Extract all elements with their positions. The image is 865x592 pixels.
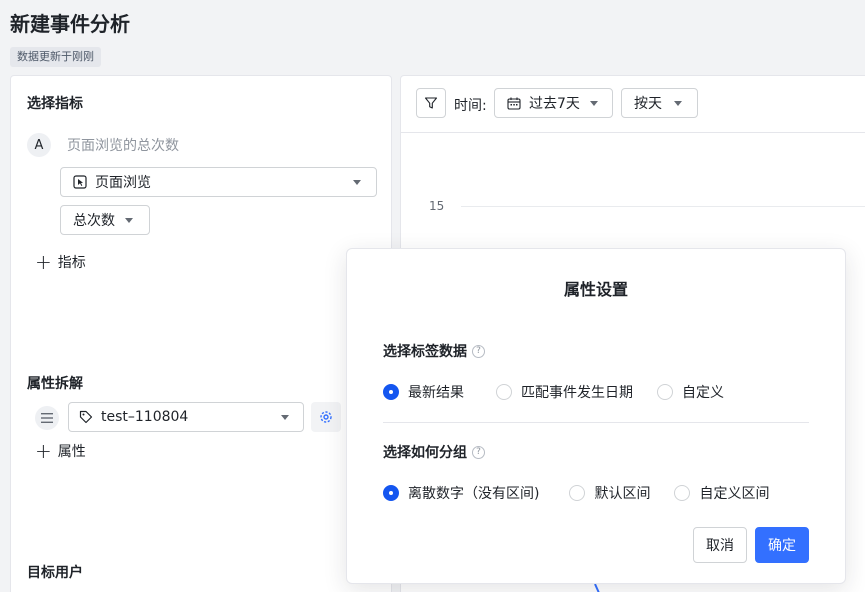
add-property-label: 属性 [57, 444, 86, 460]
calendar-icon [507, 97, 521, 110]
radio-button[interactable] [569, 485, 586, 501]
time-range-select[interactable]: 过去7天 [494, 88, 613, 118]
grouping-radio-group: 离散数字（没有区间) 默认区间 自定义区间 [383, 483, 769, 503]
label-data-section-label: 选择标签数据 [383, 344, 467, 360]
gear-icon [318, 409, 334, 425]
granularity-value: 按天 [634, 96, 662, 112]
metric-badge: A [27, 133, 51, 157]
property-settings-button[interactable] [311, 402, 341, 432]
cancel-button[interactable]: 取消 [693, 527, 747, 563]
add-metric-label: 指标 [57, 255, 86, 271]
add-metric-button[interactable]: + 指标 [35, 252, 86, 272]
add-property-button[interactable]: + 属性 [35, 441, 86, 461]
filter-icon [424, 96, 438, 110]
help-icon[interactable]: ? [472, 445, 485, 459]
plus-icon: + [35, 250, 52, 274]
breakdown-select-value: test–110804 [101, 409, 189, 425]
chevron-down-icon [353, 180, 361, 185]
chevron-down-icon [590, 101, 598, 106]
radio-label: 最新结果 [408, 385, 464, 401]
target-users-section-title: 目标用户 [27, 565, 83, 581]
tag-icon [79, 410, 93, 424]
confirm-button[interactable]: 确定 [755, 527, 809, 563]
radio-label: 自定义区间 [699, 486, 770, 502]
page-view-icon [73, 175, 87, 189]
radio-latest-result[interactable]: 最新结果 [383, 382, 464, 402]
radio-custom[interactable]: 自定义 [657, 382, 724, 402]
radio-button[interactable] [383, 485, 399, 501]
aggregation-select-value: 总次数 [73, 213, 115, 229]
radio-custom-range[interactable]: 自定义区间 [674, 483, 769, 503]
label-data-radio-group: 最新结果 匹配事件发生日期 自定义 [383, 382, 724, 402]
breakdown-property-select[interactable]: test–110804 [68, 402, 304, 432]
filter-button[interactable] [416, 88, 446, 118]
breakdown-section-title: 属性拆解 [27, 376, 83, 392]
radio-label: 自定义 [682, 385, 724, 401]
event-select-value: 页面浏览 [95, 175, 151, 191]
grouping-section-title: 选择如何分组 ? [383, 442, 485, 462]
radio-label: 匹配事件发生日期 [521, 385, 633, 401]
grid-line [461, 206, 865, 207]
plus-icon: + [35, 439, 52, 463]
label-data-section-title: 选择标签数据 ? [383, 341, 485, 361]
property-settings-dialog: 属性设置 选择标签数据 ? 最新结果 匹配事件发生日期 自定义 选择如何分组 ?… [346, 248, 846, 584]
event-select[interactable]: 页面浏览 [60, 167, 377, 197]
update-status-tag: 数据更新于刚刚 [10, 47, 101, 67]
radio-button[interactable] [674, 485, 691, 501]
metrics-section-title: 选择指标 [27, 96, 83, 112]
time-range-value: 过去7天 [529, 96, 580, 112]
y-axis-tick: 15 [429, 199, 445, 213]
chevron-down-icon [281, 415, 289, 420]
radio-match-event-date[interactable]: 匹配事件发生日期 [496, 382, 633, 402]
radio-button[interactable] [383, 384, 399, 400]
radio-button[interactable] [496, 384, 512, 400]
chevron-down-icon [674, 101, 682, 106]
page-title: 新建事件分析 [10, 12, 130, 36]
radio-label: 离散数字（没有区间) [408, 486, 540, 502]
query-config-panel: 选择指标 A 页面浏览的总次数 页面浏览 总次数 + 指标 属性拆解 test–… [10, 75, 392, 592]
granularity-select[interactable]: 按天 [621, 88, 698, 118]
dialog-divider [383, 422, 809, 423]
drag-handle-icon[interactable] [35, 406, 59, 430]
radio-button[interactable] [657, 384, 673, 400]
time-label: 时间: [454, 98, 487, 114]
radio-default-range[interactable]: 默认区间 [569, 483, 650, 503]
radio-label: 默认区间 [594, 486, 651, 502]
grouping-section-label: 选择如何分组 [383, 445, 467, 461]
chevron-down-icon [125, 218, 133, 223]
metric-name[interactable]: 页面浏览的总次数 [67, 135, 179, 155]
radio-discrete-number[interactable]: 离散数字（没有区间) [383, 483, 539, 503]
aggregation-select[interactable]: 总次数 [60, 205, 150, 235]
dialog-title: 属性设置 [563, 280, 628, 299]
toolbar-divider [401, 132, 865, 133]
help-icon[interactable]: ? [472, 344, 485, 358]
